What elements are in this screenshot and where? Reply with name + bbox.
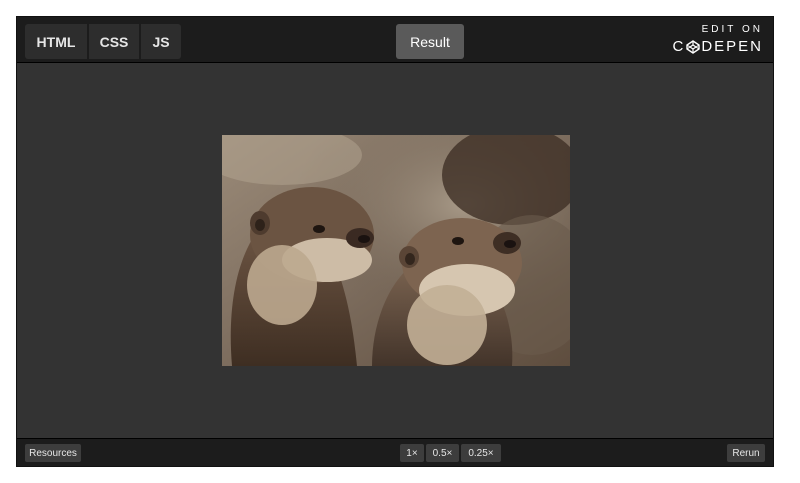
otters-image — [222, 135, 570, 366]
resources-button[interactable]: Resources — [25, 444, 81, 462]
bottom-bar: Resources 1× 0.5× 0.25× Rerun — [17, 438, 773, 466]
edit-on-label: EDIT ON — [701, 24, 763, 35]
tab-css[interactable]: CSS — [89, 24, 139, 59]
wordmark-suffix: DEPEN — [701, 38, 763, 55]
wordmark-prefix: C — [672, 38, 686, 55]
zoom-0.25x-button[interactable]: 0.25× — [461, 444, 501, 462]
zoom-0.5x-button[interactable]: 0.5× — [426, 444, 459, 462]
codepen-logo-icon — [686, 40, 701, 54]
zoom-1x-button[interactable]: 1× — [400, 444, 424, 462]
otters-photo — [222, 135, 570, 366]
tab-js[interactable]: JS — [141, 24, 181, 59]
rerun-button[interactable]: Rerun — [727, 444, 765, 462]
codepen-embed: HTML CSS JS Result EDIT ON C DEPEN Resou… — [16, 16, 774, 467]
top-bar: HTML CSS JS Result EDIT ON C DEPEN — [17, 17, 773, 63]
edit-on-codepen-link[interactable]: EDIT ON C DEPEN — [653, 24, 763, 56]
codepen-wordmark: C DEPEN — [653, 38, 763, 56]
tab-result[interactable]: Result — [396, 24, 464, 59]
result-preview — [17, 63, 773, 439]
tab-html[interactable]: HTML — [25, 24, 87, 59]
